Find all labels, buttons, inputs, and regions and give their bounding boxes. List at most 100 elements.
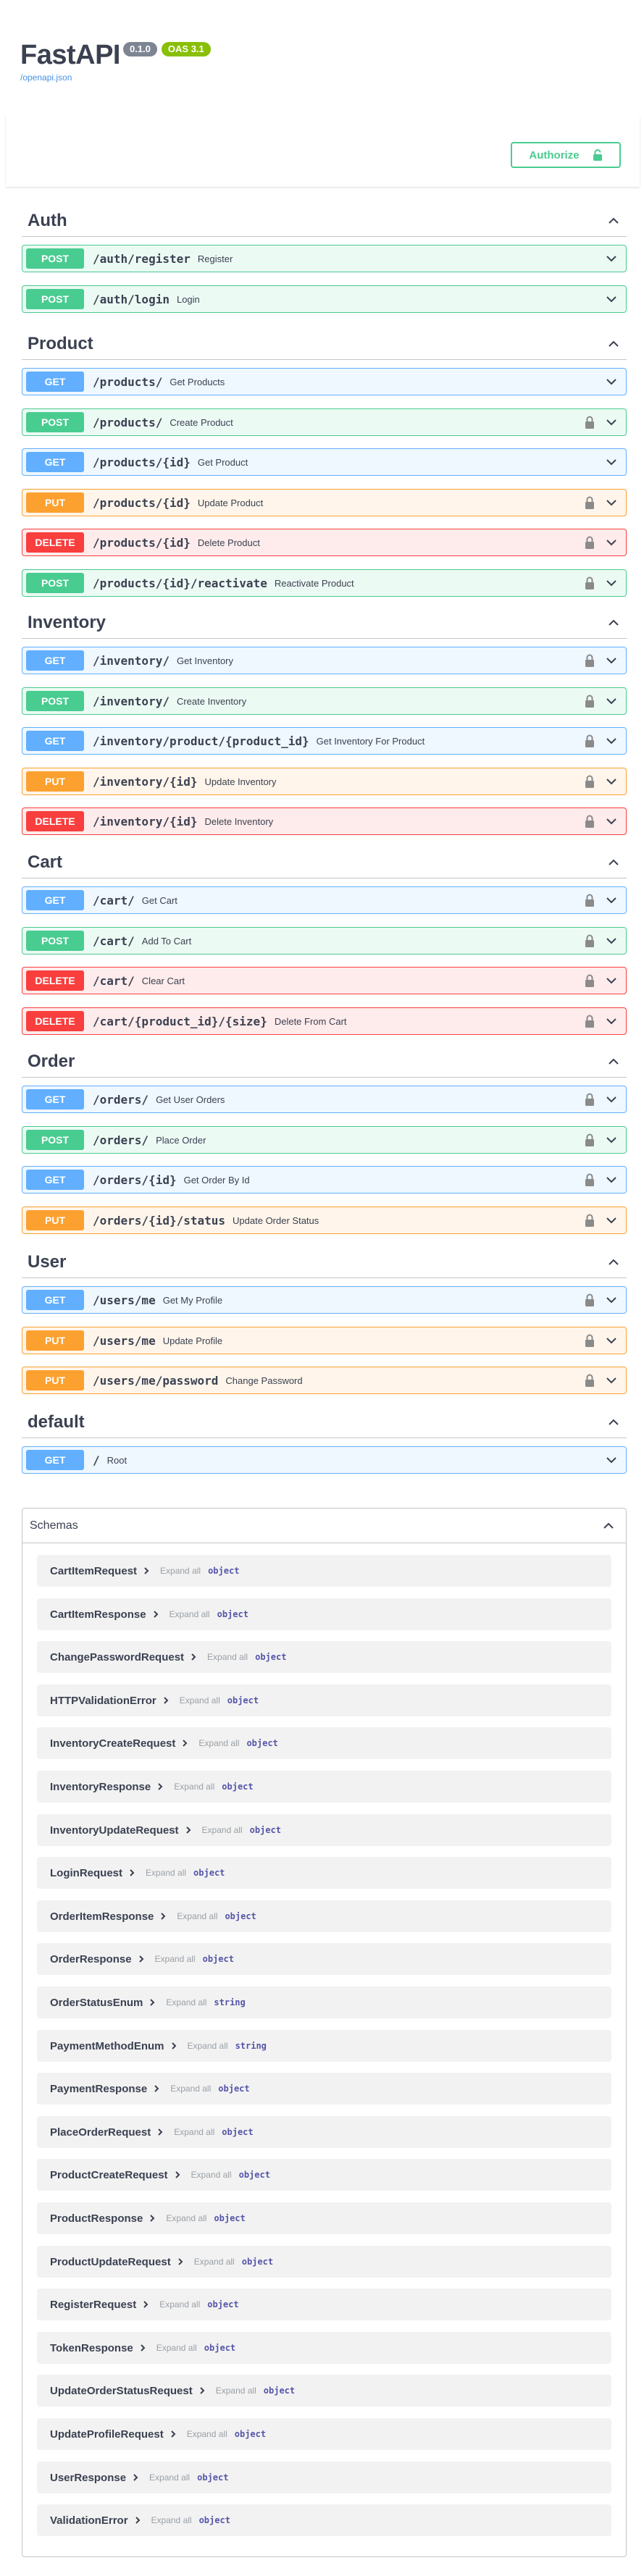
schema-row[interactable]: ProductResponse Expand all object: [37, 2202, 611, 2234]
schema-row[interactable]: InventoryCreateRequest Expand all object: [37, 1727, 611, 1759]
tag-header-order[interactable]: Order: [22, 1046, 627, 1078]
lock-icon[interactable]: [584, 1133, 595, 1146]
operation-get[interactable]: GET / Root: [22, 1446, 627, 1474]
operation-delete[interactable]: DELETE/cart/{product_id}/{size} Delete Fr…: [22, 1007, 627, 1035]
schema-row[interactable]: OrderStatusEnum Expand all string: [37, 1986, 611, 2018]
tag-header-product[interactable]: Product: [22, 328, 627, 360]
operation-get[interactable]: GET/inventory/Get Inventory: [22, 647, 627, 674]
operation-post[interactable]: POST/products/Create Product: [22, 408, 627, 436]
tag-header-user[interactable]: User: [22, 1246, 627, 1278]
operation-put[interactable]: PUT/users/me Update Profile: [22, 1327, 627, 1354]
operation-get[interactable]: GET/cart/Get Cart: [22, 886, 627, 914]
expand-all-link[interactable]: Expand all: [159, 2299, 200, 2309]
lock-icon[interactable]: [584, 934, 595, 947]
tag-header-inventory[interactable]: Inventory: [22, 607, 627, 639]
expand-all-link[interactable]: Expand all: [180, 1695, 220, 1706]
expand-all-link[interactable]: Expand all: [155, 1954, 196, 1964]
schemas-header[interactable]: Schemas: [22, 1509, 626, 1543]
lock-icon[interactable]: [584, 1293, 595, 1306]
operation-post[interactable]: POST/orders/Place Order: [22, 1126, 627, 1154]
openapi-json-link[interactable]: /openapi.json: [20, 72, 211, 83]
schema-row[interactable]: ChangePasswordRequest Expand all object: [37, 1641, 611, 1673]
schema-row[interactable]: ProductUpdateRequest Expand all object: [37, 2246, 611, 2278]
schema-row[interactable]: ProductCreateRequest Expand all object: [37, 2159, 611, 2191]
expand-all-link[interactable]: Expand all: [160, 1566, 201, 1576]
operation-post[interactable]: POST/auth/register Register: [22, 245, 627, 272]
operation-get[interactable]: GET/inventory/product/{product_id} Get In…: [22, 727, 627, 755]
operation-get[interactable]: GET/orders/{id} Get Order By Id: [22, 1166, 627, 1193]
operation-put[interactable]: PUT/orders/{id}/status Update Order Statu…: [22, 1207, 627, 1234]
operation-post[interactable]: POST/inventory/Create Inventory: [22, 687, 627, 715]
expand-all-link[interactable]: Expand all: [216, 2386, 256, 2396]
schema-row[interactable]: PaymentMethodEnum Expand all string: [37, 2030, 611, 2062]
lock-icon[interactable]: [584, 536, 595, 549]
operation-get[interactable]: GET/products/{id} Get Product: [22, 448, 627, 476]
schema-row[interactable]: HTTPValidationError Expand all object: [37, 1685, 611, 1716]
lock-icon[interactable]: [584, 1173, 595, 1186]
schema-row[interactable]: OrderResponse Expand all object: [37, 1943, 611, 1975]
expand-all-link[interactable]: Expand all: [207, 1652, 248, 1662]
tag-header-cart[interactable]: Cart: [22, 847, 627, 878]
expand-all-link[interactable]: Expand all: [156, 2343, 197, 2353]
expand-all-link[interactable]: Expand all: [166, 2213, 206, 2223]
schema-row[interactable]: LoginRequest Expand all object: [37, 1857, 611, 1889]
operation-delete[interactable]: DELETE/inventory/{id} Delete Inventory: [22, 807, 627, 835]
expand-all-link[interactable]: Expand all: [170, 1609, 210, 1619]
expand-all-link[interactable]: Expand all: [174, 2127, 214, 2137]
expand-all-link[interactable]: Expand all: [198, 1738, 239, 1748]
schema-row[interactable]: UpdateProfileRequest Expand all object: [37, 2418, 611, 2450]
operation-put[interactable]: PUT/inventory/{id} Update Inventory: [22, 768, 627, 795]
expand-all-link[interactable]: Expand all: [177, 1911, 217, 1921]
tag-header-default[interactable]: default: [22, 1406, 627, 1438]
schema-row[interactable]: InventoryUpdateRequest Expand all object: [37, 1814, 611, 1846]
lock-icon[interactable]: [584, 894, 595, 907]
lock-icon[interactable]: [584, 815, 595, 828]
schema-row[interactable]: ValidationError Expand all object: [37, 2504, 611, 2536]
schema-row[interactable]: OrderItemResponse Expand all object: [37, 1900, 611, 1932]
operation-put[interactable]: PUT/products/{id} Update Product: [22, 489, 627, 516]
expand-all-link[interactable]: Expand all: [146, 1868, 186, 1878]
expand-all-link[interactable]: Expand all: [151, 2515, 192, 2525]
operation-get[interactable]: GET/users/me Get My Profile: [22, 1286, 627, 1314]
schema-row[interactable]: InventoryResponse Expand all object: [37, 1771, 611, 1803]
lock-icon[interactable]: [584, 654, 595, 667]
lock-icon[interactable]: [584, 1093, 595, 1106]
operation-post[interactable]: POST/auth/login Login: [22, 285, 627, 313]
operation-get[interactable]: GET/orders/Get User Orders: [22, 1086, 627, 1113]
lock-icon[interactable]: [584, 1374, 595, 1387]
expand-all-link[interactable]: Expand all: [188, 2041, 228, 2051]
lock-icon[interactable]: [584, 416, 595, 429]
tag-header-auth[interactable]: Auth: [22, 205, 627, 237]
expand-all-link[interactable]: Expand all: [191, 2170, 232, 2180]
expand-all-link[interactable]: Expand all: [174, 1782, 214, 1792]
operation-delete[interactable]: DELETE/cart/Clear Cart: [22, 967, 627, 994]
expand-all-link[interactable]: Expand all: [202, 1825, 243, 1835]
expand-all-link[interactable]: Expand all: [194, 2257, 235, 2267]
schema-row[interactable]: PlaceOrderRequest Expand all object: [37, 2116, 611, 2148]
schema-row[interactable]: PaymentResponse Expand all object: [37, 2073, 611, 2105]
authorize-button[interactable]: Authorize: [511, 142, 621, 168]
lock-icon[interactable]: [584, 576, 595, 590]
schema-row[interactable]: UserResponse Expand all object: [37, 2462, 611, 2493]
lock-icon[interactable]: [584, 1015, 595, 1028]
expand-all-link[interactable]: Expand all: [187, 2429, 227, 2439]
lock-icon[interactable]: [584, 695, 595, 708]
operation-post[interactable]: POST/products/{id}/reactivate Reactivate …: [22, 569, 627, 597]
schema-row[interactable]: CartItemRequest Expand all object: [37, 1555, 611, 1587]
operation-get[interactable]: GET/products/Get Products: [22, 368, 627, 395]
lock-icon[interactable]: [584, 1214, 595, 1227]
lock-icon[interactable]: [584, 1334, 595, 1347]
expand-all-link[interactable]: Expand all: [170, 2084, 211, 2094]
schema-row[interactable]: RegisterRequest Expand all object: [37, 2288, 611, 2320]
operation-delete[interactable]: DELETE/products/{id} Delete Product: [22, 529, 627, 556]
lock-icon[interactable]: [584, 974, 595, 987]
operation-put[interactable]: PUT/users/me/password Change Password: [22, 1367, 627, 1394]
operation-post[interactable]: POST/cart/Add To Cart: [22, 927, 627, 955]
expand-all-link[interactable]: Expand all: [166, 1997, 206, 2007]
schema-row[interactable]: CartItemResponse Expand all object: [37, 1598, 611, 1630]
lock-icon[interactable]: [584, 496, 595, 509]
schema-row[interactable]: UpdateOrderStatusRequest Expand all object: [37, 2375, 611, 2407]
expand-all-link[interactable]: Expand all: [149, 2472, 190, 2483]
schema-row[interactable]: TokenResponse Expand all object: [37, 2332, 611, 2364]
lock-icon[interactable]: [584, 775, 595, 788]
